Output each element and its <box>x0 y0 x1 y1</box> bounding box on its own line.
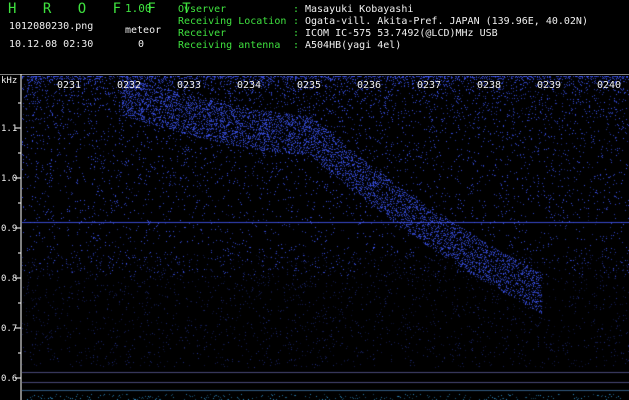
x-tick-label: 0237 <box>417 80 442 91</box>
info-key-antenna: Receiving antenna <box>178 40 281 51</box>
x-tick-label: 0232 <box>117 80 142 91</box>
info-value-location: Ogata-vill. Akita-Pref. JAPAN (139.96E, … <box>305 16 588 27</box>
meteor-count: 0 <box>138 39 145 50</box>
y-tick-label: 1.1 <box>1 124 18 134</box>
y-tick-label: 0.8 <box>1 274 18 284</box>
y-tick-label: 0.6 <box>1 374 18 384</box>
app-title: H R O F F T <box>8 1 200 17</box>
filename: 1012080230.png <box>9 21 94 32</box>
datetime: 10.12.08 02:30 <box>9 39 94 50</box>
x-tick-label: 0240 <box>597 80 622 91</box>
y-tick-label: 0.7 <box>1 324 18 334</box>
y-axis-unit: kHz <box>1 76 18 86</box>
spectrogram-waterfall <box>22 76 629 400</box>
info-key-location: Receiving Location <box>178 16 287 27</box>
info-value-antenna: A504HB(yagi 4el) <box>305 40 402 51</box>
x-tick-label: 0231 <box>57 80 82 91</box>
info-colon: : <box>293 4 300 15</box>
x-tick-label: 0238 <box>477 80 502 91</box>
info-value-observer: Masayuki Kobayashi <box>305 4 414 15</box>
info-colon: : <box>293 40 300 51</box>
info-key-receiver: Receiver <box>178 28 227 39</box>
y-tick-label: 1.0 <box>1 174 18 184</box>
x-tick-label: 0239 <box>537 80 562 91</box>
x-tick-label: 0233 <box>177 80 202 91</box>
x-tick-label: 0235 <box>297 80 322 91</box>
app-version: 1.00 <box>125 2 152 15</box>
info-key-observer: Ovserver <box>178 4 227 15</box>
x-tick-label: 0234 <box>237 80 262 91</box>
info-value-receiver: ICOM IC-575 53.7492(@LCD)MHz USB <box>305 28 498 39</box>
info-colon: : <box>293 16 300 27</box>
y-tick-label: 0.9 <box>1 224 18 234</box>
info-colon: : <box>293 28 300 39</box>
x-tick-label: 0236 <box>357 80 382 91</box>
meteor-label: meteor <box>125 25 162 36</box>
